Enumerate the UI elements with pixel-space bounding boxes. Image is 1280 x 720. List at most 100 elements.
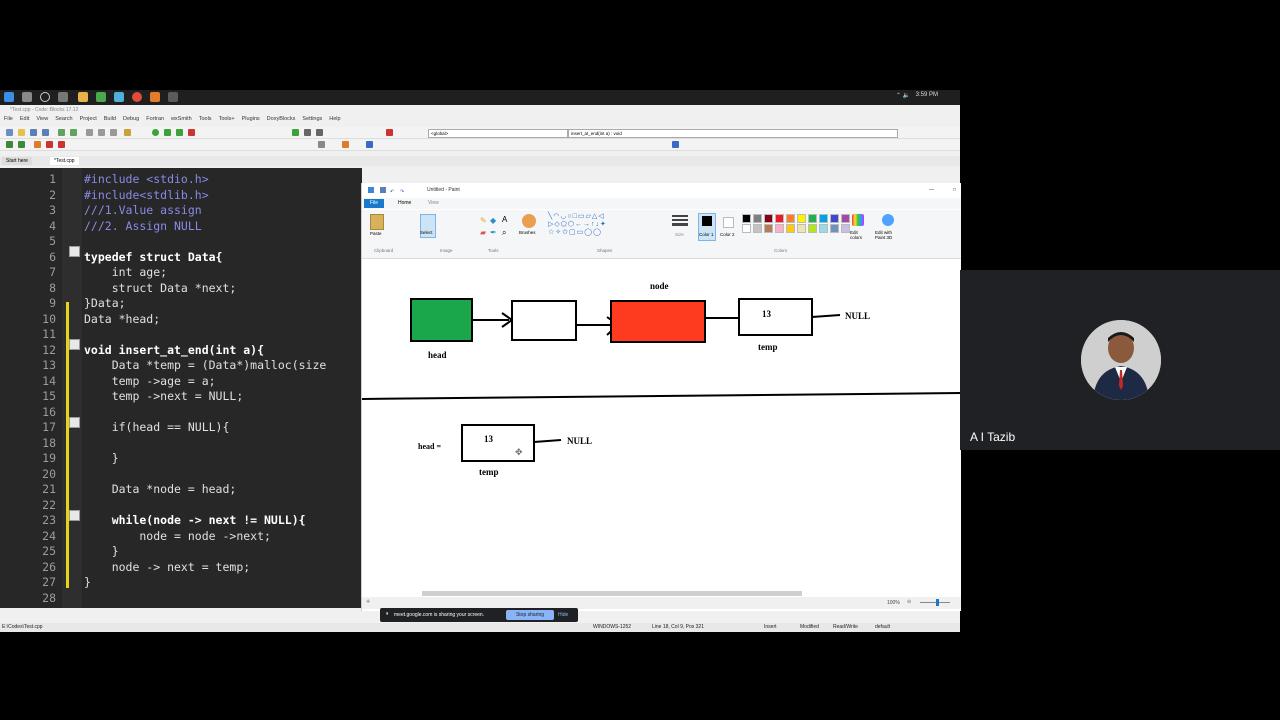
menu-settings[interactable]: Settings: [302, 116, 322, 122]
nav-forward-icon[interactable]: [18, 141, 25, 148]
palette-swatch[interactable]: [764, 224, 773, 233]
stop-debug-icon[interactable]: [386, 129, 393, 136]
code-line[interactable]: 21 Data *node = head;: [0, 482, 362, 498]
windows-start-icon[interactable]: [4, 92, 14, 102]
text-icon[interactable]: A: [502, 215, 507, 224]
menu-debug[interactable]: Debug: [123, 116, 139, 122]
magnifier-icon[interactable]: ⌕: [502, 228, 506, 238]
scope-dropdown[interactable]: <global>: [428, 129, 568, 138]
menu-doxyblocks[interactable]: DoxyBlocks: [267, 116, 296, 122]
participant-tile[interactable]: A I Tazib: [960, 270, 1280, 450]
save-all-icon[interactable]: [42, 129, 49, 136]
code-line[interactable]: 27}: [0, 575, 362, 591]
save-icon[interactable]: [380, 187, 386, 193]
cut-icon[interactable]: [86, 129, 93, 136]
code-line[interactable]: 16: [0, 405, 362, 421]
hide-button[interactable]: Hide: [558, 610, 568, 620]
menu-tools-plus[interactable]: Tools+: [219, 116, 235, 122]
palette-swatch[interactable]: [742, 224, 751, 233]
function-dropdown[interactable]: insert_at_end(int a) : void: [568, 129, 898, 138]
edit-colors-button[interactable]: Edit colors: [850, 230, 870, 240]
code-text[interactable]: ///2. Assign NULL: [84, 219, 202, 235]
color2-swatch[interactable]: [723, 217, 734, 228]
code-text[interactable]: while(node -> next != NULL){: [84, 513, 306, 529]
code-line[interactable]: 24 node = node ->next;: [0, 529, 362, 545]
code-text[interactable]: Data *head;: [84, 312, 160, 328]
debug-run-icon[interactable]: [292, 129, 299, 136]
open-folder-icon[interactable]: [18, 129, 25, 136]
palette-swatch[interactable]: [808, 224, 817, 233]
save-icon[interactable]: [30, 129, 37, 136]
brushes-button[interactable]: Brushes: [519, 230, 536, 235]
code-text[interactable]: temp ->age = a;: [84, 374, 216, 390]
menu-file[interactable]: File: [4, 116, 13, 122]
palette-swatch[interactable]: [786, 224, 795, 233]
menu-edit[interactable]: Edit: [20, 116, 29, 122]
code-text[interactable]: ///1.Value assign: [84, 203, 202, 219]
palette-swatch[interactable]: [819, 224, 828, 233]
code-text[interactable]: temp ->next = NULL;: [84, 389, 244, 405]
palette-swatch[interactable]: [753, 214, 762, 223]
eraser-icon[interactable]: ▰: [480, 228, 486, 237]
paste-button[interactable]: Paste: [370, 231, 382, 236]
code-text[interactable]: typedef struct Data{: [84, 250, 222, 266]
code-text[interactable]: struct Data *next;: [84, 281, 237, 297]
match-icon[interactable]: [366, 141, 373, 148]
undo-icon[interactable]: ↶: [390, 185, 394, 199]
code-line[interactable]: 18: [0, 436, 362, 452]
code-line[interactable]: 28: [0, 591, 362, 607]
codeblocks-icon[interactable]: [150, 92, 160, 102]
tab-view[interactable]: View: [428, 200, 439, 206]
palette-swatch[interactable]: [830, 214, 839, 223]
tab-start-here[interactable]: Start here: [2, 157, 32, 165]
code-text[interactable]: }Data;: [84, 296, 126, 312]
app-icon[interactable]: [96, 92, 106, 102]
paint3d-icon[interactable]: [882, 214, 894, 226]
code-line[interactable]: 23 while(node -> next != NULL){: [0, 513, 362, 529]
code-line[interactable]: 9}Data;: [0, 296, 362, 312]
menu-wxsmith[interactable]: wxSmith: [171, 116, 192, 122]
maximize-icon[interactable]: □: [953, 183, 956, 197]
code-line[interactable]: 22: [0, 498, 362, 514]
code-text[interactable]: if(head == NULL){: [84, 420, 230, 436]
palette-swatch[interactable]: [764, 214, 773, 223]
paint-icon[interactable]: [168, 92, 178, 102]
code-line[interactable]: 14 temp ->age = a;: [0, 374, 362, 390]
code-text[interactable]: #include <stdio.h>: [84, 172, 209, 188]
code-line[interactable]: 6 typedef struct Data{: [0, 250, 362, 266]
palette-swatch[interactable]: [841, 224, 850, 233]
palette-swatch[interactable]: [775, 214, 784, 223]
clipboard-icon[interactable]: [370, 214, 384, 230]
step-icon[interactable]: [304, 129, 311, 136]
jump-back-icon[interactable]: [318, 141, 325, 148]
paint-canvas[interactable]: node head 13 NULL temp head = 13 NULL te…: [361, 259, 962, 589]
size-button[interactable]: [672, 213, 688, 229]
new-file-icon[interactable]: [6, 129, 13, 136]
palette-swatch[interactable]: [753, 224, 762, 233]
code-text[interactable]: node -> next = temp;: [84, 560, 250, 576]
code-text[interactable]: }: [84, 544, 119, 560]
edit-paint3d-button[interactable]: Edit with Paint 3D: [875, 230, 903, 240]
tab-test-cpp[interactable]: *Test.cpp: [50, 157, 79, 165]
bookmark-next-icon[interactable]: [58, 141, 65, 148]
redo-icon[interactable]: [70, 129, 77, 136]
cortana-icon[interactable]: [40, 92, 50, 102]
app-icon[interactable]: [114, 92, 124, 102]
code-line[interactable]: 26 node -> next = temp;: [0, 560, 362, 576]
code-line[interactable]: 25 }: [0, 544, 362, 560]
tab-file[interactable]: File: [364, 199, 384, 208]
color-picker-icon[interactable]: ✒: [490, 228, 497, 237]
abort-icon[interactable]: [188, 129, 195, 136]
code-line[interactable]: 15 temp ->next = NULL;: [0, 389, 362, 405]
menu-search[interactable]: Search: [55, 116, 72, 122]
code-text[interactable]: #include<stdlib.h>: [84, 188, 209, 204]
code-line[interactable]: 10 Data *head;: [0, 312, 362, 328]
code-line[interactable]: 8 struct Data *next;: [0, 281, 362, 297]
code-line[interactable]: 13 Data *temp = (Data*)malloc(size: [0, 358, 362, 374]
code-line[interactable]: 12 void insert_at_end(int a){: [0, 343, 362, 359]
bookmark-prev-icon[interactable]: [46, 141, 53, 148]
menu-build[interactable]: Build: [104, 116, 116, 122]
run-icon[interactable]: [164, 129, 171, 136]
redo-icon[interactable]: ↷: [400, 185, 404, 199]
code-text[interactable]: int age;: [84, 265, 167, 281]
